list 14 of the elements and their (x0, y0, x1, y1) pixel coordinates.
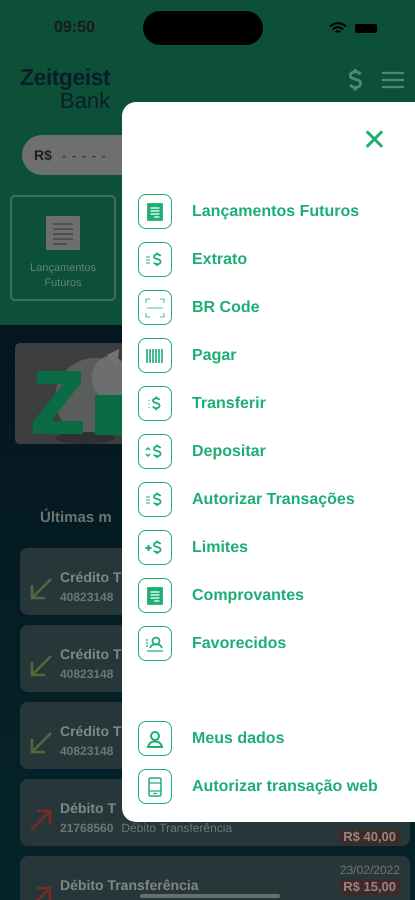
transaction-number: 40823148 (60, 667, 114, 681)
transaction-title: Crédito T (60, 646, 122, 662)
transaction-number: 40823148 (60, 590, 114, 604)
transaction-date: 23/02/2022 (340, 863, 400, 877)
transaction-title: Crédito T (60, 723, 122, 739)
section-title: Últimas m (40, 509, 113, 528)
transaction-title: Débito Transferência (60, 877, 198, 893)
transaction-title: Crédito T (60, 569, 122, 585)
transaction-description: Débito Transferência (121, 821, 232, 835)
transaction-number: 40823148 (60, 744, 114, 758)
transaction-title: Débito T (60, 800, 117, 816)
transaction-amount: R$ 15,00 (339, 879, 400, 895)
transaction-number: 21768560 (60, 821, 114, 835)
transaction-amount: R$ 40,00 (339, 829, 400, 845)
